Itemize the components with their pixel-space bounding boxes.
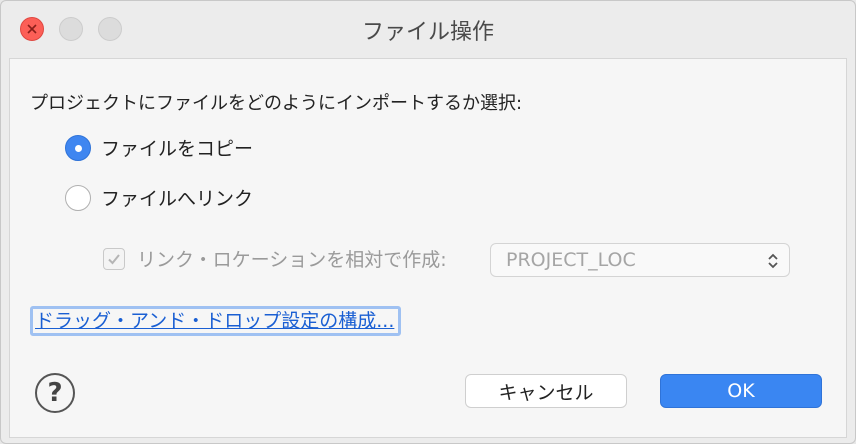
cancel-button[interactable]: キャンセル — [465, 374, 627, 408]
radio-copy-files[interactable]: ファイルをコピー — [65, 134, 253, 161]
relative-link-label: リンク・ロケーションを相対で作成: — [137, 249, 447, 271]
dialog-content: プロジェクトにファイルをどのようにインポートするか選択: ファイルをコピー ファ… — [9, 58, 847, 438]
drag-drop-settings-link[interactable]: ドラッグ・アンド・ドロップ設定の構成... — [30, 306, 402, 336]
location-variable-select[interactable]: PROJECT_LOC — [490, 243, 790, 277]
window-title: ファイル操作 — [361, 20, 494, 45]
radio-copy-indicator[interactable] — [65, 134, 91, 161]
radio-link-files[interactable]: ファイルへリンク — [65, 184, 253, 211]
help-button[interactable]: ? — [35, 373, 75, 413]
checkmark-icon — [108, 253, 120, 264]
relative-link-checkbox-row[interactable]: リンク・ロケーションを相対で作成: — [103, 245, 447, 272]
title-bar: ファイル操作 — [1, 1, 855, 57]
relative-link-checkbox[interactable] — [103, 247, 125, 270]
radio-link-label: ファイルへリンク — [101, 188, 254, 210]
radio-link-indicator[interactable] — [65, 184, 91, 211]
radio-copy-label: ファイルをコピー — [101, 138, 254, 160]
import-prompt: プロジェクトにファイルをどのようにインポートするか選択: — [30, 93, 523, 114]
chevron-updown-icon — [768, 253, 778, 269]
dialog-window: ファイル操作 プロジェクトにファイルをどのようにインポートするか選択: ファイル… — [0, 0, 856, 444]
location-variable-value: PROJECT_LOC — [506, 249, 636, 271]
help-icon: ? — [47, 378, 63, 408]
ok-button[interactable]: OK — [660, 374, 822, 408]
